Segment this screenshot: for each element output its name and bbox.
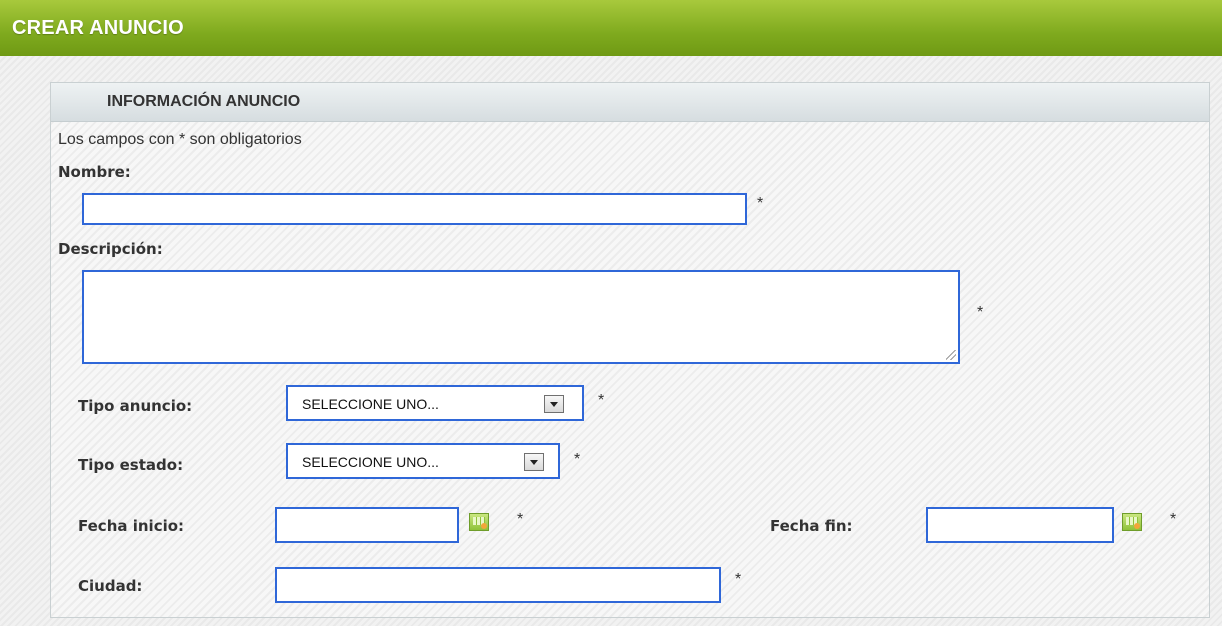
tipo-estado-label: Tipo estado: <box>78 456 184 474</box>
ciudad-label: Ciudad: <box>78 577 143 595</box>
required-note: Los campos con * son obligatorios <box>58 131 302 148</box>
nombre-label: Nombre: <box>58 163 131 181</box>
tipo-estado-required-marker: * <box>574 451 581 468</box>
tipo-anuncio-selected-value: SELECCIONE UNO... <box>302 396 439 412</box>
tipo-estado-select[interactable]: SELECCIONE UNO... <box>286 443 560 479</box>
ad-info-panel: INFORMACIÓN ANUNCIO Los campos con * son… <box>50 82 1210 618</box>
tipo-estado-selected-value: SELECCIONE UNO... <box>302 454 439 470</box>
fecha-inicio-label: Fecha inicio: <box>78 517 185 535</box>
calendar-icon[interactable] <box>469 513 489 531</box>
ciudad-required-marker: * <box>735 571 742 588</box>
nombre-input[interactable] <box>82 193 747 225</box>
page-header: CREAR ANUNCIO <box>0 0 1222 56</box>
nombre-required-marker: * <box>757 195 764 212</box>
page-title: CREAR ANUNCIO <box>12 17 184 39</box>
fecha-fin-label: Fecha fin: <box>770 517 853 535</box>
chevron-down-icon[interactable] <box>544 395 564 413</box>
descripcion-required-marker: * <box>977 304 984 321</box>
tipo-anuncio-select[interactable]: SELECCIONE UNO... <box>286 385 584 421</box>
panel-header: INFORMACIÓN ANUNCIO <box>51 83 1209 122</box>
descripcion-textarea[interactable] <box>82 270 960 364</box>
fecha-inicio-required-marker: * <box>517 511 524 528</box>
ciudad-input[interactable] <box>275 567 721 603</box>
resize-handle[interactable] <box>946 350 956 360</box>
tipo-anuncio-label: Tipo anuncio: <box>78 397 193 415</box>
descripcion-label: Descripción: <box>58 240 163 258</box>
fecha-fin-input[interactable] <box>926 507 1114 543</box>
calendar-icon[interactable] <box>1122 513 1142 531</box>
panel-title: INFORMACIÓN ANUNCIO <box>107 93 301 110</box>
fecha-inicio-input[interactable] <box>275 507 459 543</box>
chevron-down-icon[interactable] <box>524 453 544 471</box>
tipo-anuncio-required-marker: * <box>598 392 605 409</box>
fecha-fin-required-marker: * <box>1170 511 1177 528</box>
